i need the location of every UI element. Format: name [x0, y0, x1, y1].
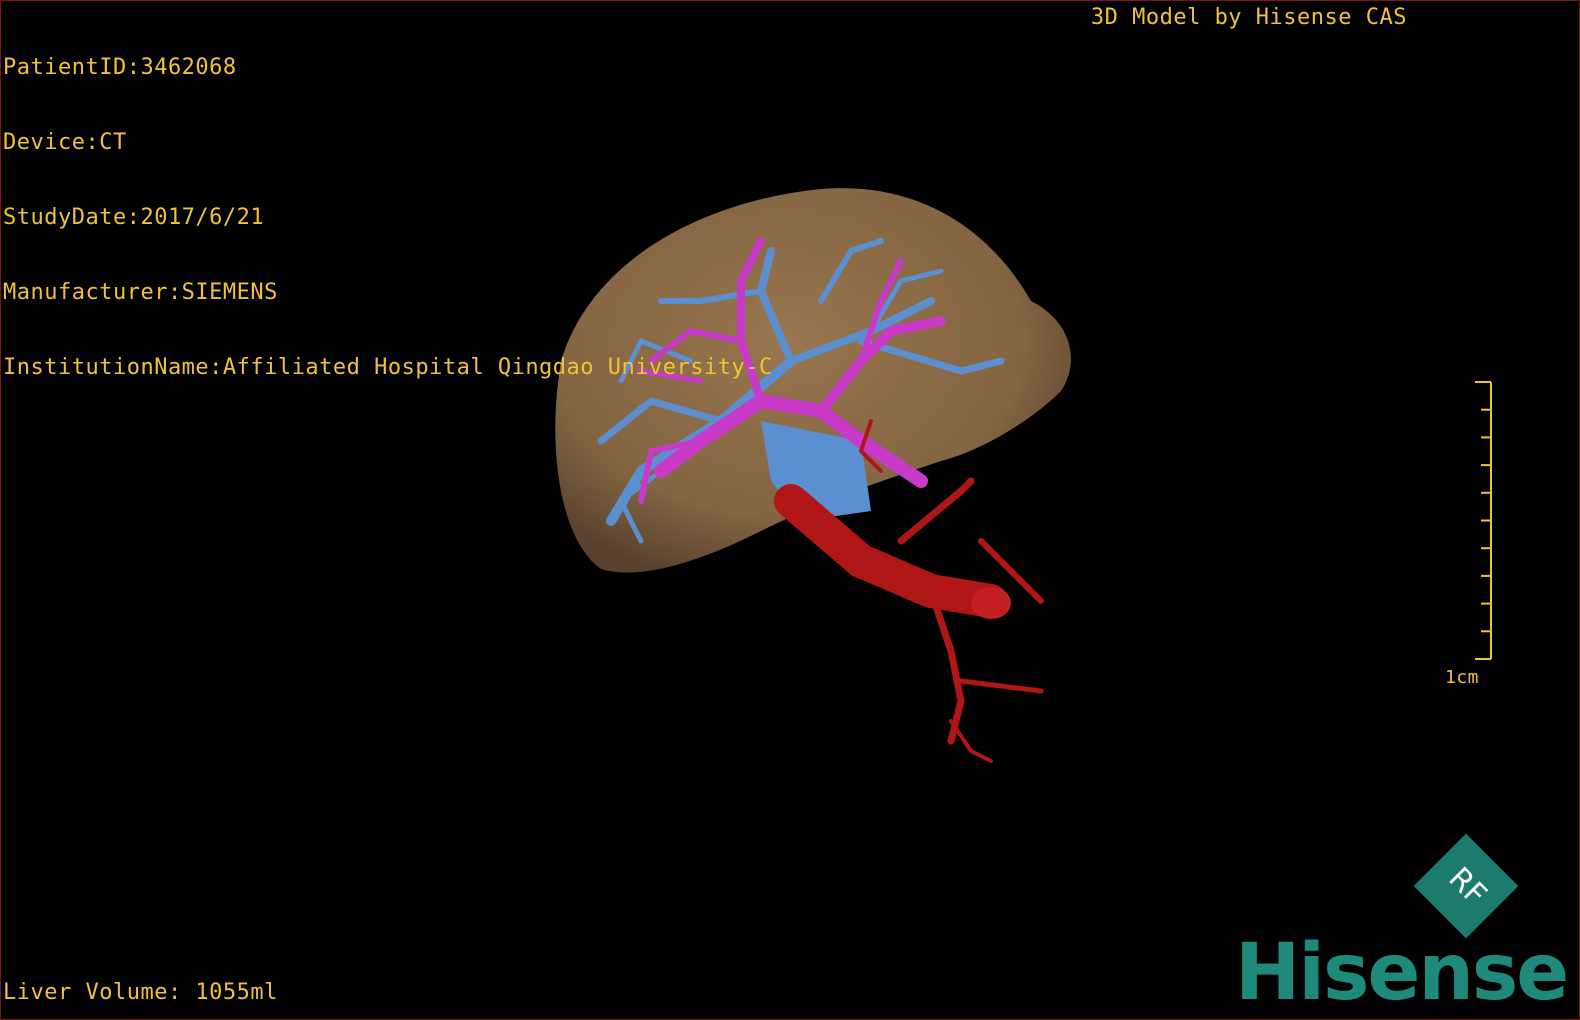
patient-id-text: PatientID:3462068 [3, 55, 237, 80]
dicom-info-block: PatientID:3462068 Device:CT StudyDate:20… [3, 5, 773, 430]
3d-viewport[interactable]: PatientID:3462068 Device:CT StudyDate:20… [0, 0, 1580, 1020]
institution-text: InstitutionName:Affiliated Hospital Qing… [3, 355, 773, 380]
logo-wordmark: Hisense [1235, 928, 1569, 1018]
scale-bar [1475, 381, 1492, 660]
device-text: Device:CT [3, 130, 127, 155]
logo-badge-letters: RF [1441, 860, 1494, 913]
hisense-logo: RF Hisense [1231, 821, 1571, 1016]
manufacturer-text: Manufacturer:SIEMENS [3, 280, 278, 305]
scale-label: 1cm [1445, 667, 1480, 688]
study-date-text: StudyDate:2017/6/21 [3, 205, 265, 230]
model-brand-text: 3D Model by Hisense CAS [1090, 5, 1407, 30]
liver-volume-text: Liver Volume: 1055ml [3, 980, 278, 1005]
scale-ticks [1475, 381, 1491, 660]
artery-cross-section [971, 587, 1011, 619]
